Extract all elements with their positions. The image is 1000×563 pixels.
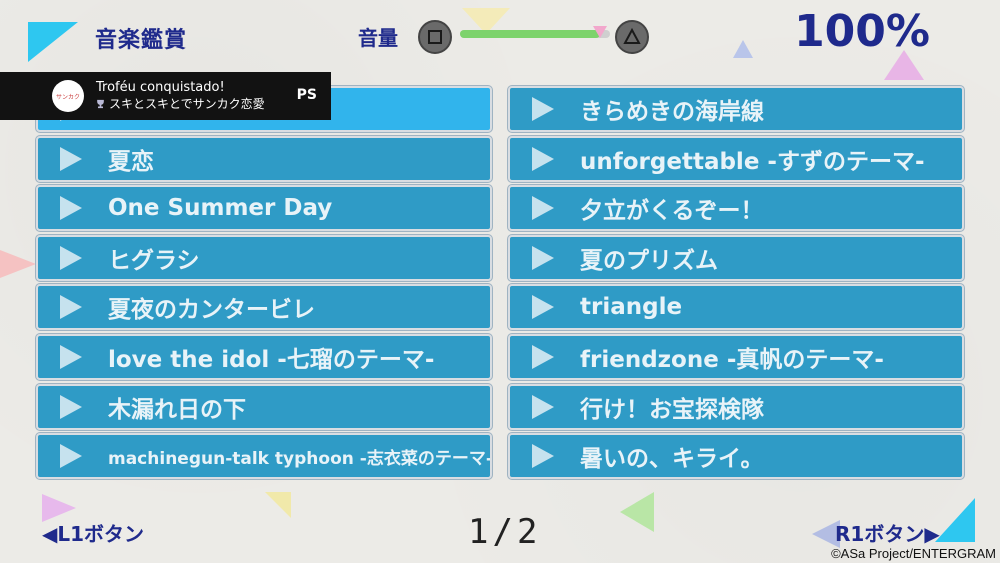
track-item[interactable]: 木漏れ日の下 — [36, 383, 492, 430]
track-name: One Summer Day — [108, 195, 333, 222]
decorative-triangle-blue-small — [733, 40, 753, 58]
track-item[interactable]: 夏恋 — [36, 135, 492, 182]
track-name: love the idol -七瑠のテーマ- — [108, 347, 435, 373]
decorative-triangle-cyan-bottom-right — [935, 498, 975, 542]
square-button-icon[interactable] — [418, 20, 452, 54]
trophy-notification: サンカク Troféu conquistado! スキとスキとでサンカク恋愛 P… — [0, 72, 331, 120]
track-item[interactable]: 夕立がくるぞー！ — [508, 185, 964, 232]
volume-slider[interactable] — [460, 26, 610, 38]
track-name: 夏夜のカンタービレ — [108, 297, 315, 324]
play-icon — [532, 444, 554, 469]
playstation-icon: PS — [296, 87, 317, 103]
notification-title: Troféu conquistado! — [96, 80, 225, 95]
play-icon — [60, 345, 82, 369]
copyright-text: ©ASa Project/ENTERGRAM — [831, 546, 996, 561]
prev-page-button[interactable]: ◀L1ボタン — [42, 518, 144, 547]
track-name: 夏恋 — [108, 148, 154, 175]
play-icon — [60, 245, 82, 270]
trophy-name: スキとスキとでサンカク恋愛 — [109, 97, 265, 111]
decorative-triangle-green-bottom — [620, 492, 654, 532]
track-item[interactable]: 暑いの、キライ。 — [508, 433, 964, 480]
track-item[interactable]: friendzone -真帆のテーマ- — [508, 334, 964, 380]
trophy-icon — [97, 99, 104, 108]
play-icon — [532, 394, 554, 419]
play-icon — [532, 196, 554, 221]
track-item[interactable]: machinegun-talk typhoon -志衣菜のテーマ- — [36, 433, 492, 480]
volume-slider-handle[interactable] — [592, 26, 607, 38]
volume-slider-fill — [460, 30, 600, 38]
play-icon — [60, 444, 82, 469]
track-name: ヒグラシ — [108, 247, 200, 274]
track-name: きらめきの海岸線 — [580, 99, 764, 125]
play-icon — [532, 97, 554, 121]
track-item[interactable]: One Summer Day — [36, 185, 492, 232]
page-indicator: 1/2 — [468, 512, 542, 552]
track-name: machinegun-talk typhoon -志衣菜のテーマ- — [108, 448, 490, 469]
track-item[interactable]: ヒグラシ — [36, 234, 492, 281]
volume-percent: 100% — [794, 6, 930, 57]
track-item[interactable]: 夏夜のカンタービレ — [36, 284, 492, 331]
volume-label: 音量 — [358, 26, 398, 50]
play-icon — [532, 345, 554, 369]
play-icon — [60, 295, 82, 320]
next-page-button[interactable]: R1ボタン▶ — [835, 518, 940, 547]
track-item[interactable]: きらめきの海岸線 — [508, 86, 964, 132]
track-name: triangle — [580, 294, 683, 321]
track-name: friendzone -真帆のテーマ- — [580, 347, 884, 373]
track-name: 暑いの、キライ。 — [580, 446, 764, 473]
play-icon — [60, 394, 82, 419]
track-name: 木漏れ日の下 — [108, 396, 246, 423]
track-item[interactable]: triangle — [508, 284, 964, 331]
track-item[interactable]: 行け！お宝探検隊 — [508, 383, 964, 430]
decorative-triangle-pink-left — [0, 250, 36, 278]
track-name: 行け！お宝探検隊 — [580, 396, 764, 423]
play-icon — [60, 196, 82, 221]
page-title: 音楽鑑賞 — [95, 28, 188, 53]
decorative-triangle-yellow-bottom — [265, 492, 291, 518]
play-icon — [532, 295, 554, 320]
play-icon — [532, 146, 554, 171]
decorative-triangle-cyan-top-left — [28, 22, 78, 62]
play-icon — [60, 146, 82, 171]
track-name: unforgettable -すずのテーマ- — [580, 148, 925, 175]
triangle-button-icon[interactable] — [615, 20, 649, 54]
track-name: 夕立がくるぞー！ — [580, 198, 764, 225]
track-name: 夏のプリズム — [580, 247, 718, 274]
track-item[interactable]: unforgettable -すずのテーマ- — [508, 135, 964, 182]
play-icon — [532, 245, 554, 270]
track-item[interactable]: 夏のプリズム — [508, 234, 964, 281]
game-logo: サンカク — [52, 80, 84, 112]
track-item[interactable]: love the idol -七瑠のテーマ- — [36, 334, 492, 380]
